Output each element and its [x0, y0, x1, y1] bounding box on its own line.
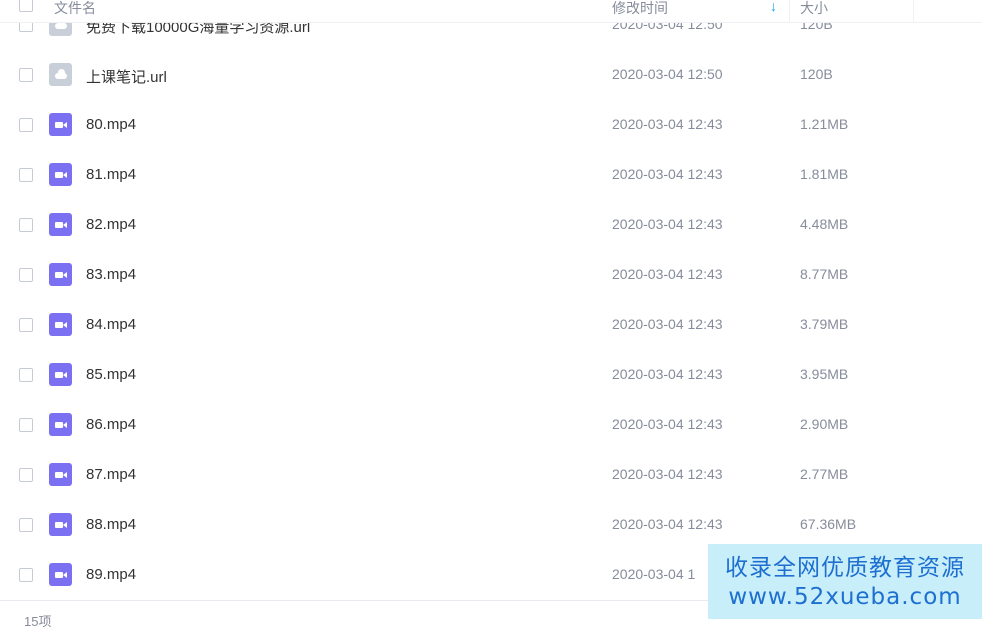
video-file-icon [49, 163, 72, 186]
watermark-slogan: 收录全网优质教育资源 [725, 555, 965, 581]
row-checkbox[interactable] [19, 468, 33, 482]
file-modified-date: 2020-03-04 1 [612, 566, 696, 582]
file-size: 67.36MB [800, 516, 857, 532]
file-modified-date: 2020-03-04 12:43 [612, 116, 723, 132]
file-size: 120B [800, 66, 833, 82]
file-row[interactable]: 87.mp4 2020-03-04 12:43 2.77MB [0, 450, 982, 500]
column-divider [913, 0, 914, 22]
file-modified-date: 2020-03-04 12:43 [612, 266, 723, 282]
video-file-icon [49, 313, 72, 336]
file-row[interactable]: 上课笔记.url 2020-03-04 12:50 120B [0, 50, 982, 100]
video-file-icon [49, 563, 72, 586]
video-file-icon [49, 463, 72, 486]
item-count: 15项 [24, 614, 52, 629]
row-checkbox[interactable] [19, 368, 33, 382]
file-size: 2.77MB [800, 466, 849, 482]
video-file-icon [49, 113, 72, 136]
column-header-name[interactable]: 文件名 [54, 0, 96, 18]
row-checkbox[interactable] [19, 568, 33, 582]
row-checkbox[interactable] [19, 168, 33, 182]
file-row[interactable]: 88.mp4 2020-03-04 12:43 67.36MB [0, 500, 982, 550]
file-modified-date: 2020-03-04 12:43 [612, 216, 723, 232]
video-file-icon [49, 213, 72, 236]
file-modified-date: 2020-03-04 12:43 [612, 516, 723, 532]
file-modified-date: 2020-03-04 12:43 [612, 466, 723, 482]
column-header-size[interactable]: 大小 [800, 0, 828, 18]
file-name[interactable]: 84.mp4 [86, 316, 136, 333]
file-name[interactable]: 上课笔记.url [86, 66, 167, 87]
file-row[interactable]: 80.mp4 2020-03-04 12:43 1.21MB [0, 100, 982, 150]
file-name[interactable]: 86.mp4 [86, 416, 136, 433]
file-row[interactable]: 85.mp4 2020-03-04 12:43 3.95MB [0, 350, 982, 400]
file-modified-date: 2020-03-04 12:43 [612, 366, 723, 382]
row-checkbox[interactable] [19, 68, 33, 82]
file-row[interactable]: 81.mp4 2020-03-04 12:43 1.81MB [0, 150, 982, 200]
row-checkbox[interactable] [19, 518, 33, 532]
file-size: 1.21MB [800, 116, 849, 132]
video-file-icon [49, 413, 72, 436]
video-file-icon [49, 513, 72, 536]
file-name[interactable]: 89.mp4 [86, 566, 136, 583]
file-name[interactable]: 81.mp4 [86, 166, 136, 183]
file-size: 3.79MB [800, 316, 849, 332]
file-size: 1.81MB [800, 166, 849, 182]
column-header-date[interactable]: 修改时间 [612, 0, 668, 18]
file-size: 8.77MB [800, 266, 849, 282]
file-modified-date: 2020-03-04 12:43 [612, 416, 723, 432]
column-divider [789, 0, 790, 22]
file-row[interactable]: 82.mp4 2020-03-04 12:43 4.48MB [0, 200, 982, 250]
file-row[interactable]: 83.mp4 2020-03-04 12:43 8.77MB [0, 250, 982, 300]
file-size: 4.48MB [800, 216, 849, 232]
video-file-icon [49, 363, 72, 386]
sort-desc-icon[interactable]: ↓ [770, 0, 777, 14]
url-file-icon [49, 63, 72, 86]
select-all-checkbox[interactable] [19, 0, 33, 12]
file-modified-date: 2020-03-04 12:43 [612, 166, 723, 182]
file-row[interactable]: 86.mp4 2020-03-04 12:43 2.90MB [0, 400, 982, 450]
watermark-url: www.52xueba.com [728, 584, 962, 610]
row-checkbox[interactable] [19, 118, 33, 132]
file-name[interactable]: 88.mp4 [86, 516, 136, 533]
file-row[interactable]: 84.mp4 2020-03-04 12:43 3.79MB [0, 300, 982, 350]
file-name[interactable]: 83.mp4 [86, 266, 136, 283]
row-checkbox[interactable] [19, 418, 33, 432]
row-checkbox[interactable] [19, 318, 33, 332]
file-name[interactable]: 87.mp4 [86, 466, 136, 483]
row-checkbox[interactable] [19, 218, 33, 232]
file-size: 2.90MB [800, 416, 849, 432]
file-name[interactable]: 85.mp4 [86, 366, 136, 383]
file-name[interactable]: 80.mp4 [86, 116, 136, 133]
file-name[interactable]: 82.mp4 [86, 216, 136, 233]
video-file-icon [49, 263, 72, 286]
file-list-header: 文件名 修改时间 ↓ 大小 [0, 0, 982, 23]
row-checkbox[interactable] [19, 268, 33, 282]
file-modified-date: 2020-03-04 12:43 [612, 316, 723, 332]
file-modified-date: 2020-03-04 12:50 [612, 66, 723, 82]
file-size: 3.95MB [800, 366, 849, 382]
watermark-banner: 收录全网优质教育资源 www.52xueba.com [708, 544, 982, 619]
